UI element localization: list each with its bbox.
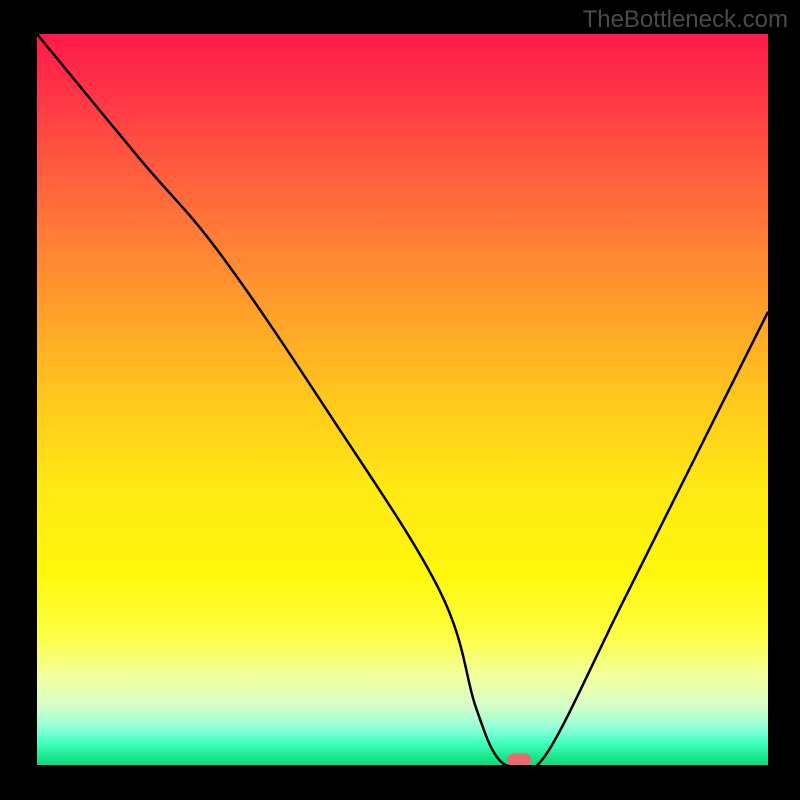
- bottleneck-curve-path: [37, 34, 768, 765]
- watermark-label: TheBottleneck.com: [583, 6, 788, 34]
- chart-plot-area: [37, 34, 768, 765]
- chart-min-marker: [507, 754, 531, 766]
- chart-line: [37, 34, 768, 765]
